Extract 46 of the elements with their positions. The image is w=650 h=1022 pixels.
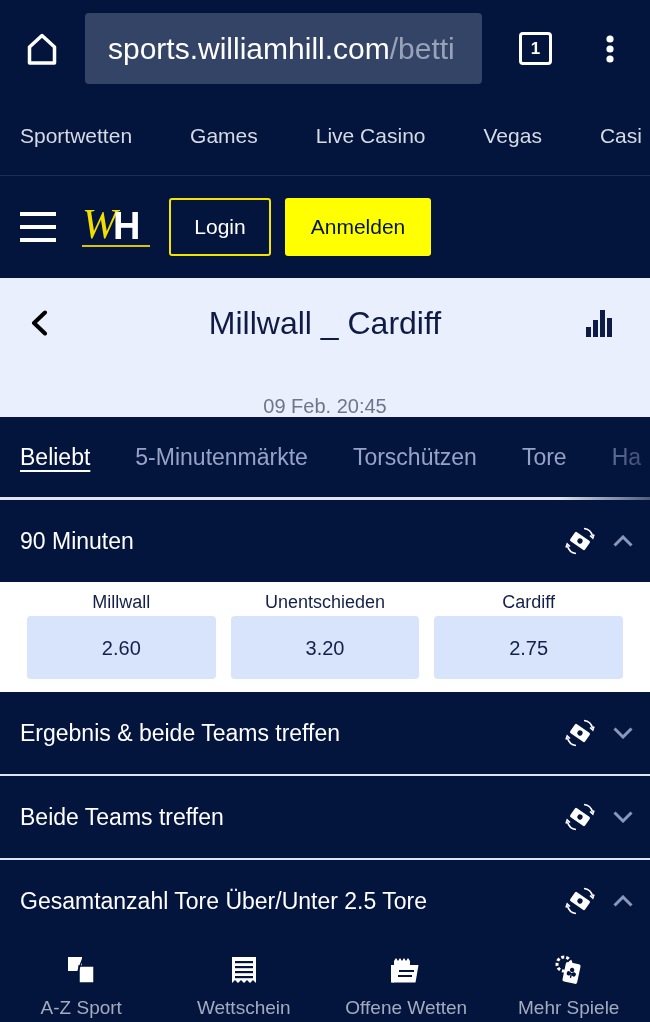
banknote-arrows-icon[interactable] bbox=[565, 526, 595, 556]
bar-chart-icon[interactable] bbox=[586, 309, 613, 337]
two-tiles-icon bbox=[67, 956, 96, 984]
market-title[interactable]: Beide Teams treffen bbox=[20, 799, 224, 835]
selection-label: Cardiff bbox=[502, 591, 555, 613]
event-title: Millwall _ Cardiff bbox=[208, 304, 442, 343]
market-tab[interactable]: Beliebt bbox=[20, 439, 91, 475]
market-title[interactable]: Ergebnis & beide Teams treffen bbox=[20, 715, 341, 751]
odds-button[interactable]: 2.75 bbox=[434, 616, 623, 679]
login-button[interactable]: Login bbox=[169, 198, 271, 256]
brand-logo[interactable]: WH bbox=[82, 207, 150, 247]
back-icon[interactable] bbox=[30, 310, 48, 336]
selection-label: Unentschieden bbox=[264, 591, 386, 613]
banknote-arrows-icon[interactable] bbox=[565, 802, 595, 832]
banknote-arrows-icon[interactable] bbox=[565, 718, 595, 748]
chevron-up-icon[interactable] bbox=[613, 535, 633, 547]
banknote-arrows-icon[interactable] bbox=[565, 886, 595, 916]
market-tab[interactable]: Torschützen bbox=[352, 439, 477, 475]
bottom-nav-button[interactable]: Wettschein bbox=[162, 942, 325, 1022]
event-date: 09 Feb. 20:45 bbox=[263, 395, 387, 417]
odds-button[interactable]: 3.20 bbox=[230, 616, 420, 679]
tab-switcher-button[interactable]: 1 bbox=[519, 32, 552, 65]
playing-card-icon bbox=[554, 955, 583, 985]
more-options-icon[interactable] bbox=[606, 34, 614, 63]
receipt-icon bbox=[230, 956, 257, 984]
bottom-nav-button[interactable]: A-Z Sport bbox=[0, 942, 163, 1022]
market-tab[interactable]: 5-Minutenmärkte bbox=[135, 439, 308, 475]
chevron-up-icon[interactable] bbox=[613, 895, 633, 907]
market-title[interactable]: 90 Minuten bbox=[20, 523, 134, 559]
nav-link[interactable]: Vegas bbox=[483, 120, 542, 152]
home-icon[interactable] bbox=[26, 32, 58, 65]
bottom-nav-button[interactable]: Mehr Spiele bbox=[487, 942, 650, 1022]
market-title[interactable]: Gesamtanzahl Tore Über/Unter 2.5 Tore bbox=[20, 883, 427, 919]
nav-link[interactable]: Live Casino bbox=[315, 120, 426, 152]
chevron-down-icon[interactable] bbox=[613, 811, 633, 823]
selection-label: Millwall bbox=[92, 591, 151, 613]
address-bar[interactable]: sports.williamhill.com/betti bbox=[85, 13, 482, 84]
chevron-down-icon[interactable] bbox=[613, 727, 633, 739]
nav-link[interactable]: Games bbox=[190, 120, 258, 152]
odds-button[interactable]: 2.60 bbox=[27, 616, 216, 679]
menu-icon[interactable] bbox=[20, 212, 56, 242]
nav-link[interactable]: Casi bbox=[599, 120, 642, 152]
market-tab[interactable]: Tore bbox=[521, 439, 567, 475]
register-button[interactable]: Anmelden bbox=[285, 198, 431, 256]
bottom-nav-button[interactable]: Offene Wetten bbox=[325, 942, 488, 1022]
nav-link[interactable]: Sportwetten bbox=[20, 120, 133, 152]
